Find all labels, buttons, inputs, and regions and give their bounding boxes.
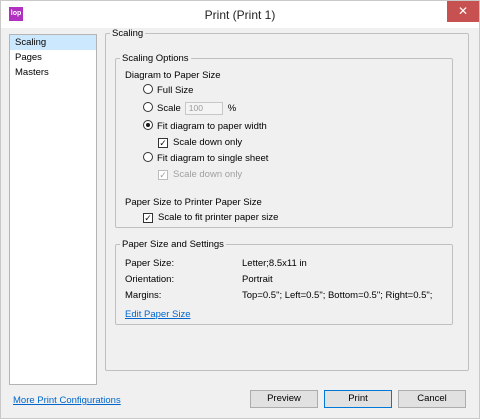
scale-down-only-label: Scale down only (173, 137, 243, 148)
scale-radio[interactable] (143, 102, 153, 112)
scale-input[interactable]: 100 (184, 101, 223, 115)
margins-label: Margins: (125, 290, 162, 301)
scale-to-fit-label: Scale to fit printer paper size (158, 212, 279, 223)
paper-to-printer-label: Paper Size to Printer Paper Size (125, 197, 262, 208)
diagram-to-paper-label: Diagram to Paper Size (125, 70, 221, 81)
scale-to-fit-option[interactable]: ✓ Scale to fit printer paper size (143, 210, 278, 225)
preview-button[interactable]: Preview (250, 390, 318, 408)
category-list: Scaling Pages Masters (9, 34, 97, 385)
close-button[interactable]: ✕ (447, 1, 479, 22)
scaling-group-title: Scaling (112, 28, 144, 39)
margins-value: Top=0.5"; Left=0.5"; Bottom=0.5"; Right=… (242, 290, 433, 301)
scale-to-fit-checkbox[interactable]: ✓ (143, 213, 153, 223)
print-dialog: lop Print (Print 1) ✕ Scaling Pages Mast… (0, 0, 480, 419)
full-size-radio[interactable] (143, 84, 153, 94)
more-print-configurations-link[interactable]: More Print Configurations (13, 393, 121, 408)
edit-paper-size-link[interactable]: Edit Paper Size (125, 307, 190, 322)
cancel-button[interactable]: Cancel (398, 390, 466, 408)
fit-single-sheet-radio[interactable] (143, 152, 153, 162)
paper-size-value: Letter;8.5x11 in (242, 258, 307, 269)
window-title: Print (Print 1) (204, 8, 276, 22)
scale-down-only-checkbox[interactable]: ✓ (158, 138, 168, 148)
scale-down-only-disabled-option: ✓ Scale down only (158, 167, 242, 182)
orientation-value: Portrait (242, 274, 273, 285)
scale-option[interactable]: Scale 100% (143, 101, 236, 116)
paper-size-label: Paper Size: (125, 258, 175, 269)
scaling-options-title: Scaling Options (122, 53, 189, 64)
scale-down-only-option[interactable]: ✓ Scale down only (158, 135, 242, 150)
fit-width-label: Fit diagram to paper width (157, 121, 267, 132)
scale-down-only-disabled-checkbox: ✓ (158, 170, 168, 180)
full-size-label: Full Size (157, 85, 194, 96)
print-button[interactable]: Print (324, 390, 392, 408)
fit-single-sheet-option[interactable]: Fit diagram to single sheet (143, 151, 268, 166)
orientation-label: Orientation: (125, 274, 175, 285)
scaling-panel: Scaling Scaling Options Diagram to Paper… (105, 28, 469, 385)
list-item-pages[interactable]: Pages (10, 50, 96, 65)
list-item-masters[interactable]: Masters (10, 65, 96, 80)
full-size-option[interactable]: Full Size (143, 83, 193, 98)
list-item-scaling[interactable]: Scaling (10, 35, 96, 50)
scale-down-only-disabled-label: Scale down only (173, 169, 243, 180)
fit-single-sheet-label: Fit diagram to single sheet (157, 153, 269, 164)
paper-settings-title: Paper Size and Settings (122, 239, 224, 250)
title-bar: lop Print (Print 1) ✕ (1, 1, 479, 28)
scale-label: Scale (157, 103, 181, 114)
scale-unit: % (227, 103, 237, 114)
fit-width-radio[interactable] (143, 120, 153, 130)
fit-width-option[interactable]: Fit diagram to paper width (143, 119, 267, 134)
